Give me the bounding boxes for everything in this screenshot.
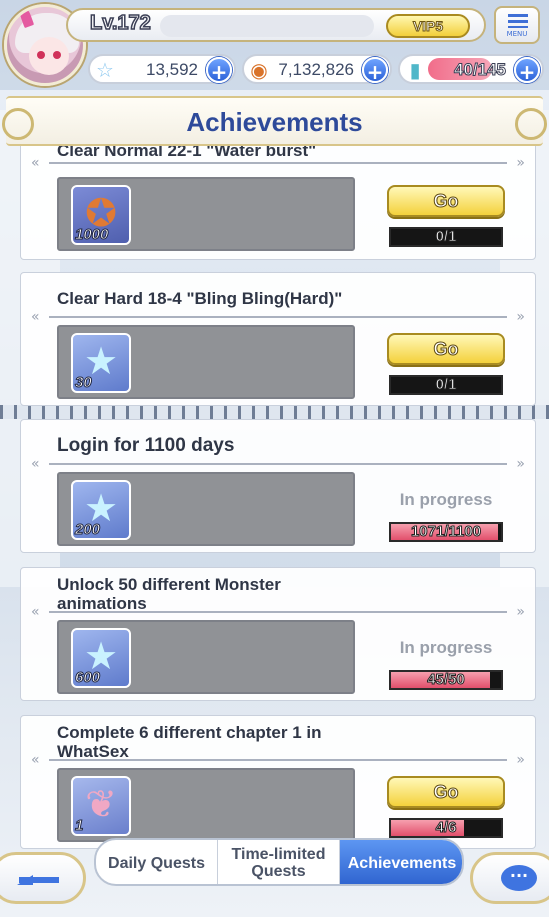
quest-title: Login for 1100 days bbox=[57, 435, 235, 456]
quest-card: Complete 6 different chapter 1 in WhatSe… bbox=[20, 715, 536, 849]
divider: «» bbox=[31, 456, 524, 472]
reward-box: ★ 200 bbox=[57, 472, 355, 546]
reward-item[interactable]: ★ 200 bbox=[71, 480, 131, 540]
resource-bar: ☆ 13,592 + ◉ 7,132,826 + ▮ 40/145 + bbox=[88, 50, 544, 88]
quest-card: Unlock 50 different Monster animations «… bbox=[20, 567, 536, 701]
reward-item[interactable]: ★ 30 bbox=[71, 333, 131, 393]
add-stamina-button[interactable]: + bbox=[514, 57, 540, 84]
player-info-bar: Lv.172 VIP5 bbox=[66, 8, 486, 42]
divider: «» bbox=[31, 604, 524, 620]
back-arrow-icon bbox=[17, 869, 59, 885]
reward-box: ✪ 1000 bbox=[57, 177, 355, 251]
player-name-field bbox=[160, 15, 374, 37]
tab-achievements[interactable]: Achievements bbox=[340, 840, 462, 884]
progress-bar: 45/50 bbox=[389, 670, 503, 690]
quest-list[interactable]: Clear Normal 22-1 "Water burst" «» ✪ 100… bbox=[0, 146, 549, 850]
go-button[interactable]: Go bbox=[387, 185, 505, 217]
quest-card: Login for 1100 days «» ★ 200 In progress… bbox=[20, 419, 536, 553]
quest-title: Clear Hard 18-4 "Bling Bling(Hard)" bbox=[57, 289, 343, 308]
reward-item[interactable]: ★ 600 bbox=[71, 628, 131, 688]
tab-daily-quests[interactable]: Daily Quests bbox=[96, 840, 218, 884]
progress-bar: 0/1 bbox=[389, 227, 503, 247]
chat-button[interactable]: ··· bbox=[470, 852, 549, 904]
tab-time-limited-quests[interactable]: Time-limited Quests bbox=[218, 840, 340, 884]
reward-item[interactable]: ❦ 1 bbox=[71, 776, 131, 836]
star-crystal-icon: ☆ bbox=[96, 58, 114, 82]
player-level: Lv.172 bbox=[89, 11, 151, 35]
divider: «» bbox=[31, 155, 524, 171]
stamina-bottle-icon: ▮ bbox=[409, 58, 421, 82]
chat-bubble-icon: ··· bbox=[501, 865, 537, 891]
divider: «» bbox=[31, 309, 524, 325]
add-coins-button[interactable]: + bbox=[362, 57, 388, 84]
quest-card: Clear Normal 22-1 "Water burst" «» ✪ 100… bbox=[20, 146, 536, 260]
coin-icon: ◉ bbox=[250, 58, 268, 82]
back-button[interactable] bbox=[0, 852, 86, 904]
go-button[interactable]: Go bbox=[387, 333, 505, 365]
gem-resource: ☆ 13,592 + bbox=[88, 54, 236, 84]
add-gems-button[interactable]: + bbox=[206, 57, 232, 84]
quest-card: Clear Hard 18-4 "Bling Bling(Hard)" «» ★… bbox=[20, 272, 536, 406]
reward-box: ★ 600 bbox=[57, 620, 355, 694]
divider: «» bbox=[31, 752, 524, 768]
status-label: In progress bbox=[399, 638, 493, 657]
status-label: In progress bbox=[399, 490, 493, 509]
coin-resource: ◉ 7,132,826 + bbox=[242, 54, 392, 84]
progress-bar: 0/1 bbox=[389, 375, 503, 395]
top-header: Lv.172 VIP5 MENU ☆ 13,592 + ◉ 7,132,826 … bbox=[0, 0, 549, 96]
progress-bar: 1071/1100 bbox=[389, 522, 503, 542]
title-banner: Achievements bbox=[2, 96, 547, 146]
go-button[interactable]: Go bbox=[387, 776, 505, 808]
stamina-resource: ▮ 40/145 + bbox=[398, 54, 544, 84]
menu-button[interactable]: MENU bbox=[494, 6, 540, 44]
reward-box: ❦ 1 bbox=[57, 768, 355, 842]
quest-tabs: Daily Quests Time-limited Quests Achieve… bbox=[94, 838, 464, 886]
page-title: Achievements bbox=[186, 107, 363, 137]
menu-label: MENU bbox=[506, 30, 528, 38]
vip-badge[interactable]: VIP5 bbox=[386, 14, 470, 38]
bottom-bar: Daily Quests Time-limited Quests Achieve… bbox=[0, 834, 549, 917]
hamburger-icon bbox=[508, 14, 528, 28]
reward-item[interactable]: ✪ 1000 bbox=[71, 185, 131, 245]
reward-box: ★ 30 bbox=[57, 325, 355, 399]
